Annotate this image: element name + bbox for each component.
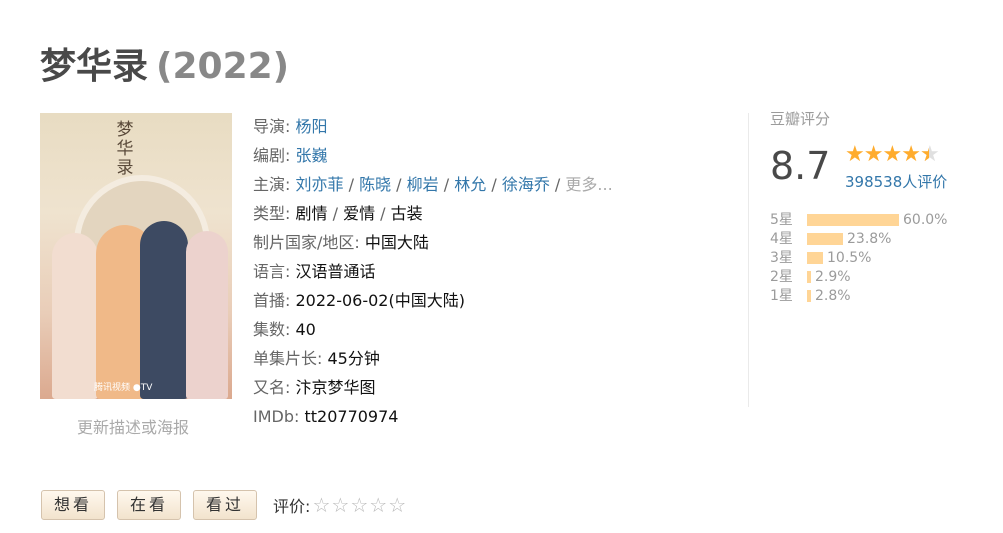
want-to-watch-button[interactable]: 想看 (41, 490, 106, 520)
director-link[interactable]: 杨阳 (296, 117, 328, 136)
cast-link-2[interactable]: 陈晓 (359, 175, 391, 194)
cast-link-4[interactable]: 林允 (454, 175, 486, 194)
info-genre: 类型: 剧情 / 爱情 / 古装 (253, 204, 423, 223)
info-director: 导演: 杨阳 (253, 117, 328, 136)
rating-count-link[interactable]: 398538人评价 (845, 171, 947, 192)
rate-stars: ☆☆☆☆☆ (312, 493, 407, 517)
rating-breakdown: 5星 60.0% 4星 23.8% 3星 10.5% 2星 2.9% 1星 2.8% (770, 211, 947, 306)
imdb-id[interactable]: tt20770974 (304, 407, 398, 426)
rating-score: 8.7 (770, 144, 831, 188)
poster-figure-right (186, 231, 228, 399)
rating-bar-percent: 23.8% (847, 231, 892, 247)
update-description-link[interactable]: 更新描述或海报 (77, 414, 189, 438)
rating-bar-row: 1星 2.8% (770, 287, 947, 306)
rating-bar-label: 5星 (770, 212, 793, 228)
info-premiere: 首播: 2022-06-02(中国大陆) (253, 291, 465, 310)
poster-figure-left (52, 233, 98, 399)
rating-bar-label: 3星 (770, 250, 793, 266)
rating-label: 豆瓣评分 (770, 110, 831, 128)
action-bar: 想看 在看 看过 评价: ☆☆☆☆☆ (41, 490, 407, 520)
title-name: 梦华录 (40, 46, 149, 87)
writer-link[interactable]: 张巍 (296, 146, 328, 165)
rating-bar-label: 4星 (770, 231, 793, 247)
rating-bar-row: 4星 23.8% (770, 230, 947, 249)
info-writer: 编剧: 张巍 (253, 146, 328, 165)
rate-label: 评价: (273, 497, 311, 516)
poster-figure-man (140, 221, 188, 399)
divider (748, 113, 749, 407)
rating-bar-row: 5星 60.0% (770, 211, 947, 230)
movie-info: 导演: 杨阳 编剧: 张巍 主演: 刘亦菲 / 陈晓 / 柳岩 / 林允 / 徐… (253, 112, 723, 431)
cast-link-3[interactable]: 柳岩 (407, 175, 439, 194)
cast-link-1[interactable]: 刘亦菲 (296, 175, 344, 194)
rating-bar-fill (807, 290, 811, 302)
rate-star-4-icon[interactable]: ☆ (369, 493, 388, 517)
rating-bar-fill (807, 214, 899, 226)
info-imdb: IMDb: tt20770974 (253, 407, 399, 426)
info-episode-length: 单集片长: 45分钟 (253, 349, 380, 368)
rating-bar-label: 1星 (770, 288, 793, 304)
info-episodes: 集数: 40 (253, 320, 316, 339)
rating-bar-fill (807, 252, 823, 264)
title-year: (2022) (156, 46, 290, 87)
rating-bar-row: 2星 2.9% (770, 268, 947, 287)
rating-bar-percent: 2.8% (815, 288, 851, 304)
info-country: 制片国家/地区: 中国大陆 (253, 233, 429, 252)
rating-stars-icon: ★★★★★ (845, 142, 940, 167)
poster-calligraphy: 梦华录 (116, 120, 134, 178)
watched-button[interactable]: 看过 (193, 490, 258, 520)
rating-bar-fill (807, 271, 811, 283)
watching-button[interactable]: 在看 (117, 490, 182, 520)
rating-bar-label: 2星 (770, 269, 793, 285)
info-aka: 又名: 汴京梦华图 (253, 378, 376, 397)
cast-more-link[interactable]: 更多... (565, 175, 612, 194)
poster-image[interactable]: 梦华录 腾讯视频 ●TV (40, 113, 232, 399)
rating-bar-fill (807, 233, 843, 245)
rate-star-1-icon[interactable]: ☆ (312, 493, 331, 517)
rate-star-3-icon[interactable]: ☆ (350, 493, 369, 517)
rating-bar-row: 3星 10.5% (770, 249, 947, 268)
page-title: 梦华录 (2022) (40, 42, 289, 92)
poster-logos: 腾讯视频 ●TV (94, 383, 153, 393)
rating-bar-percent: 60.0% (903, 212, 948, 228)
rate-star-2-icon[interactable]: ☆ (331, 493, 350, 517)
rating-bar-percent: 2.9% (815, 269, 851, 285)
info-cast: 主演: 刘亦菲 / 陈晓 / 柳岩 / 林允 / 徐海乔 / 更多... (253, 175, 613, 194)
cast-link-5[interactable]: 徐海乔 (502, 175, 550, 194)
rating-bar-percent: 10.5% (827, 250, 872, 266)
rate-star-5-icon[interactable]: ☆ (388, 493, 407, 517)
douban-rating: 豆瓣评分 8.7 ★★★★★ 398538人评价 5星 60.0% 4星 23.8% 3… (770, 108, 995, 304)
info-language: 语言: 汉语普通话 (253, 262, 376, 281)
